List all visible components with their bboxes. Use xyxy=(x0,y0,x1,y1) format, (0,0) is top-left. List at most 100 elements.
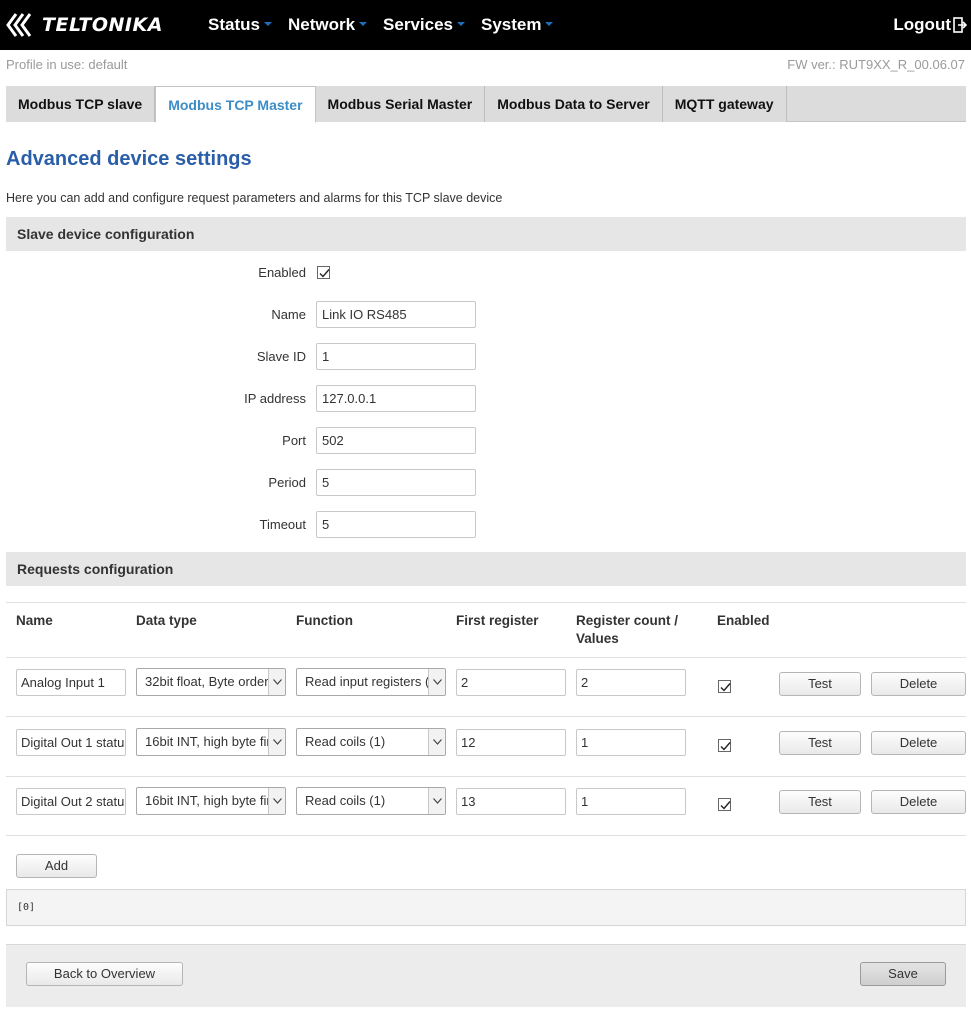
enabled-label: Enabled xyxy=(258,265,306,280)
main-nav: Status Network Services System xyxy=(200,0,561,50)
request-name-input[interactable]: Analog Input 1 xyxy=(16,669,126,696)
function-select[interactable]: Read input registers ( xyxy=(296,668,446,696)
data-type-value: 32bit float, Byte order xyxy=(145,674,269,689)
enabled-checkbox[interactable] xyxy=(317,266,330,279)
chevron-down-icon xyxy=(428,729,445,755)
table-divider xyxy=(6,602,966,603)
firmware-version: FW ver.: RUT9XX_R_00.06.07 xyxy=(787,57,965,72)
col-register-count-line2: Values xyxy=(576,631,619,646)
data-type-select[interactable]: 16bit INT, high byte first xyxy=(136,728,286,756)
request-name-input[interactable]: Digital Out 1 status xyxy=(16,729,126,756)
nav-system-label: System xyxy=(481,15,542,34)
slave-id-input[interactable] xyxy=(316,343,476,370)
ip-address-input[interactable] xyxy=(316,385,476,412)
test-button[interactable]: Test xyxy=(779,672,861,696)
tab-modbus-data-to-server[interactable]: Modbus Data to Server xyxy=(485,86,663,122)
chevron-down-icon xyxy=(428,669,445,695)
caret-down-icon xyxy=(545,21,554,26)
col-enabled-header: Enabled xyxy=(717,613,770,628)
first-register-input[interactable]: 12 xyxy=(456,729,566,756)
nav-services[interactable]: Services xyxy=(375,0,473,50)
first-register-input[interactable]: 2 xyxy=(456,669,566,696)
slave-id-label: Slave ID xyxy=(256,349,306,364)
register-count-input[interactable]: 2 xyxy=(576,669,686,696)
timeout-input[interactable] xyxy=(316,511,476,538)
ip-address-label: IP address xyxy=(244,391,306,406)
caret-down-icon xyxy=(457,21,465,26)
test-output-box: [0] xyxy=(6,889,966,926)
request-enabled-checkbox[interactable] xyxy=(718,739,731,752)
table-divider xyxy=(6,716,966,717)
name-label: Name xyxy=(271,307,306,322)
col-register-count-line1: Register count / xyxy=(576,613,679,628)
col-first-register-header: First register xyxy=(456,613,539,628)
tab-mqtt-gateway[interactable]: MQTT gateway xyxy=(662,86,787,122)
register-count-input[interactable]: 1 xyxy=(576,788,686,815)
tab-modbus-tcp-slave[interactable]: Modbus TCP slave xyxy=(6,86,156,122)
slave-config-heading: Slave device configuration xyxy=(6,217,966,251)
data-type-select[interactable]: 16bit INT, high byte first xyxy=(136,787,286,815)
teltonika-logo[interactable]: TELTONIKA xyxy=(6,12,163,38)
checkmark-icon xyxy=(720,742,731,751)
nav-status[interactable]: Status xyxy=(200,0,280,50)
table-divider xyxy=(6,776,966,777)
col-name-header: Name xyxy=(16,613,53,628)
request-enabled-checkbox[interactable] xyxy=(718,680,731,693)
logout-icon xyxy=(953,17,967,33)
request-name-input[interactable]: Digital Out 2 status xyxy=(16,788,126,815)
add-request-button[interactable]: Add xyxy=(16,854,97,878)
chevron-down-icon xyxy=(428,788,445,814)
table-divider xyxy=(6,835,966,836)
nav-network-label: Network xyxy=(287,15,356,34)
chevron-down-icon xyxy=(268,729,285,755)
nav-status-label: Status xyxy=(208,15,260,34)
caret-down-icon xyxy=(263,21,272,26)
period-label: Period xyxy=(268,475,306,490)
tab-modbus-serial-master[interactable]: Modbus Serial Master xyxy=(315,86,486,122)
col-data-type-header: Data type xyxy=(136,613,197,628)
back-to-overview-button[interactable]: Back to Overview xyxy=(26,962,183,986)
tab-bar: Modbus TCP slave Modbus TCP Master Modbu… xyxy=(6,86,966,123)
logout-link[interactable]: Logout xyxy=(893,0,967,50)
page-title: Advanced device settings xyxy=(6,148,252,170)
port-label: Port xyxy=(282,433,306,448)
nav-system[interactable]: System xyxy=(473,0,561,50)
period-input[interactable] xyxy=(316,469,476,496)
profile-info: Profile in use: default xyxy=(6,57,128,72)
request-enabled-checkbox[interactable] xyxy=(718,798,731,811)
function-value: Read input registers ( xyxy=(305,674,430,689)
top-navbar: TELTONIKA Status Network Services System… xyxy=(0,0,971,50)
delete-button[interactable]: Delete xyxy=(871,790,966,814)
data-type-value: 16bit INT, high byte first xyxy=(145,793,281,808)
col-function-header: Function xyxy=(296,613,353,628)
function-value: Read coils (1) xyxy=(305,734,386,749)
checkmark-icon xyxy=(319,269,330,278)
port-input[interactable] xyxy=(316,427,476,454)
table-divider xyxy=(6,657,966,658)
timeout-label: Timeout xyxy=(259,517,306,532)
page-description: Here you can add and configure request p… xyxy=(6,191,503,205)
nav-services-label: Services xyxy=(383,15,453,34)
chevron-down-icon xyxy=(268,788,285,814)
save-button[interactable]: Save xyxy=(860,962,946,986)
checkmark-icon xyxy=(720,683,731,692)
name-input[interactable] xyxy=(316,301,476,328)
logo-text: TELTONIKA xyxy=(42,14,163,36)
teltonika-logo-icon xyxy=(6,13,32,37)
test-output-text: [0] xyxy=(17,902,36,913)
delete-button[interactable]: Delete xyxy=(871,672,966,696)
data-type-select[interactable]: 32bit float, Byte order xyxy=(136,668,286,696)
chevron-down-icon xyxy=(268,669,285,695)
test-button[interactable]: Test xyxy=(779,731,861,755)
function-select[interactable]: Read coils (1) xyxy=(296,728,446,756)
tab-modbus-tcp-master[interactable]: Modbus TCP Master xyxy=(155,86,316,123)
function-select[interactable]: Read coils (1) xyxy=(296,787,446,815)
requests-config-heading: Requests configuration xyxy=(6,552,966,586)
first-register-input[interactable]: 13 xyxy=(456,788,566,815)
col-register-count-header: Register count / Values xyxy=(576,612,678,648)
nav-network[interactable]: Network xyxy=(280,0,375,50)
logout-label: Logout xyxy=(893,15,951,34)
register-count-input[interactable]: 1 xyxy=(576,729,686,756)
test-button[interactable]: Test xyxy=(779,790,861,814)
delete-button[interactable]: Delete xyxy=(871,731,966,755)
